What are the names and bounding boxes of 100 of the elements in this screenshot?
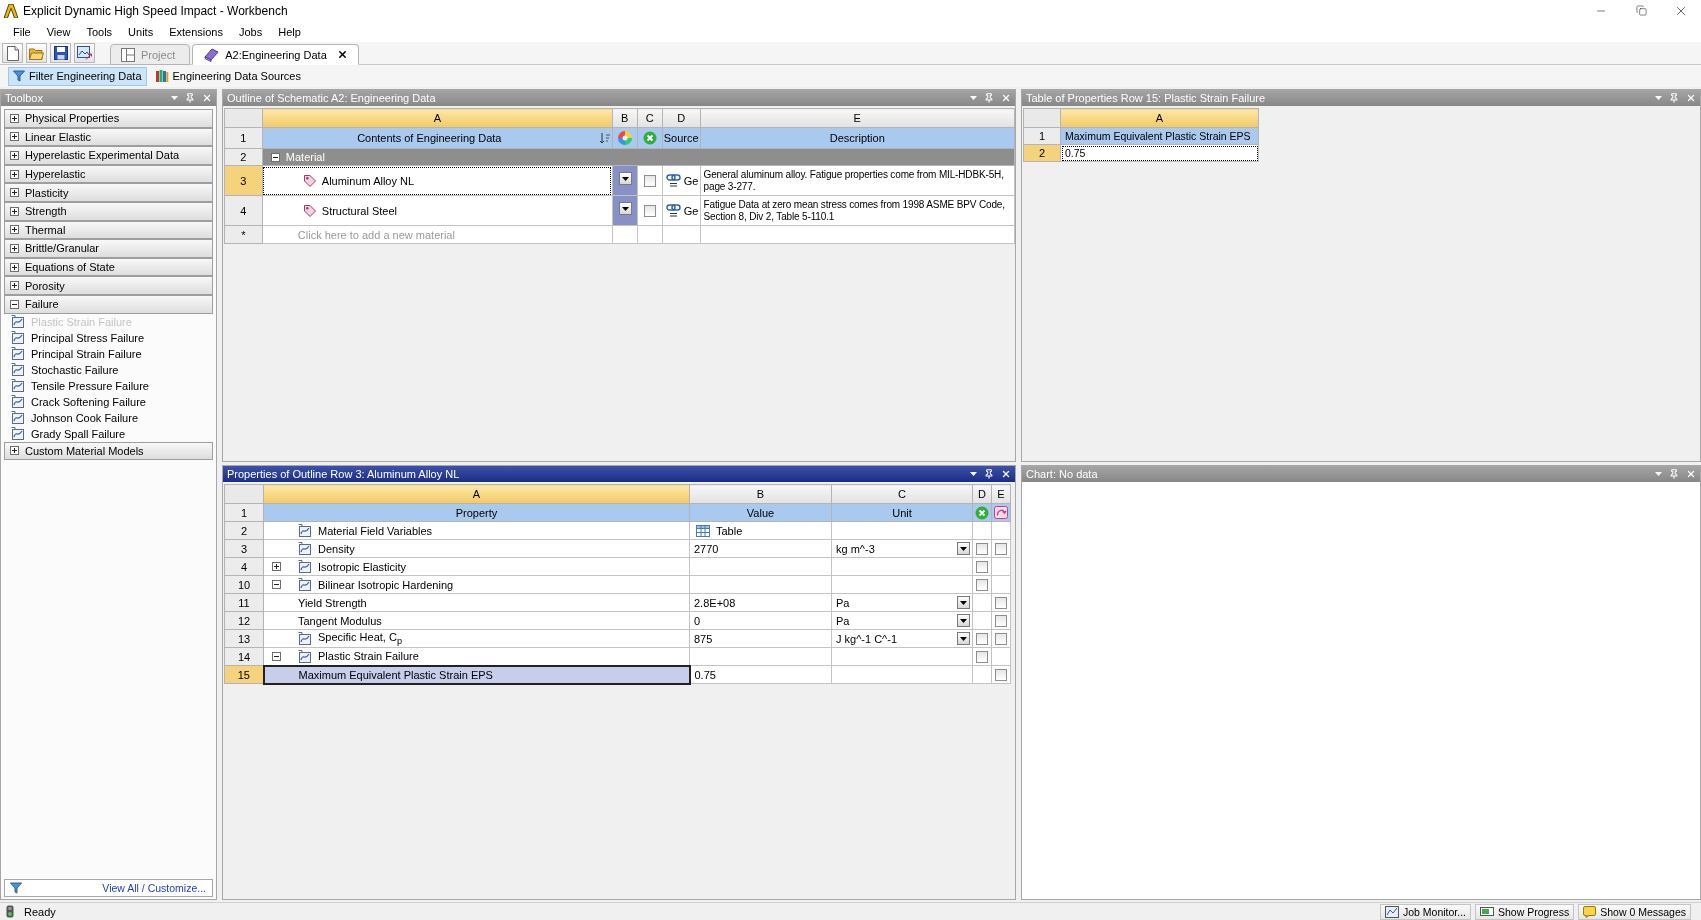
app-logo-icon [4,3,18,18]
property-name[interactable]: Density [318,542,355,555]
status-text: Ready [24,905,56,918]
status-button[interactable]: Job Monitor... [1379,903,1471,920]
menu-item[interactable]: Extensions [161,22,231,41]
checkbox[interactable] [976,561,988,574]
expand-icon[interactable] [10,169,19,179]
checkbox[interactable] [995,543,1007,556]
menu-item[interactable]: Units [120,22,162,41]
dropdown-button[interactable] [618,172,632,185]
close-icon[interactable] [336,49,348,60]
dropdown-button[interactable] [957,614,970,627]
collapse-icon[interactable] [272,651,281,661]
property-name[interactable]: Material Field Variables [318,524,433,537]
property-name[interactable]: Yield Strength [298,596,367,609]
books-icon [154,69,169,83]
chart-icon [298,542,312,555]
column-header[interactable]: A [263,484,690,504]
checkbox[interactable] [995,669,1007,682]
tab[interactable]: A2:Engineering Data [192,44,359,65]
sort-icon[interactable] [598,131,611,145]
open-button[interactable] [26,43,47,63]
value-text[interactable]: Table [716,524,743,537]
dropdown-button[interactable] [957,632,970,645]
menu-item[interactable]: Help [270,22,309,41]
property-name[interactable]: Isotropic Elasticity [318,560,407,573]
caret-icon [960,546,967,551]
status-button[interactable]: Show 0 Messages [1578,903,1691,920]
toolbox-item[interactable]: Tensile Pressure Failure [4,377,213,394]
checkbox[interactable] [995,615,1007,628]
menu-item[interactable]: Jobs [230,22,271,41]
column-header[interactable]: A [262,108,613,128]
pin-icon[interactable] [984,469,994,479]
expand-icon[interactable] [272,562,281,571]
progress-bar-icon [1480,907,1494,916]
toolbox-group[interactable]: Custom Material Models [4,441,213,461]
dropdown-icon[interactable] [970,472,977,476]
toolbox-item[interactable]: Johnson Cook Failure [4,409,213,426]
column-header[interactable]: B [612,108,638,128]
property-name[interactable]: Specific Heat, C$_{p}$ [318,630,402,647]
checkbox[interactable] [643,175,656,188]
toolbox-group[interactable]: Hyperelastic Experimental Data [4,146,213,165]
checkbox[interactable] [995,633,1007,646]
expand-icon[interactable] [10,206,19,216]
dropdown-button[interactable] [618,202,632,215]
toolbox-group[interactable]: Physical Properties [4,109,213,128]
expand-icon[interactable] [10,281,19,291]
close-icon[interactable] [1001,469,1011,479]
expand-icon[interactable] [10,243,19,253]
checkbox[interactable] [976,633,988,646]
new-button[interactable] [2,43,23,63]
toolbox-item[interactable]: Crack Softening Failure [4,393,213,410]
color-wheel-icon [617,131,632,145]
save-button[interactable] [50,43,71,63]
filter-icon [10,882,22,894]
collapse-icon[interactable] [10,299,19,309]
toolbox-group[interactable]: Brittle/Granular [4,239,213,258]
menu-item[interactable]: View [38,22,79,41]
column-header[interactable]: A [1060,108,1259,128]
collapse-icon[interactable] [272,580,281,589]
property-name[interactable]: Plastic Strain Failure [318,650,419,663]
dropdown-button[interactable] [957,542,970,555]
checkbox[interactable] [995,597,1007,610]
monitor-chart-icon [1384,905,1399,918]
toolbox-item[interactable]: Principal Stress Failure [4,329,213,346]
status-light-icon [6,905,14,918]
checkbox[interactable] [976,543,988,556]
export-button[interactable] [74,43,95,63]
dropdown-button[interactable] [957,596,970,609]
expand-icon[interactable] [10,188,19,198]
toolbox-group[interactable]: Plasticity [4,183,213,202]
column-header[interactable]: B [689,484,832,504]
expand-icon[interactable] [10,132,19,142]
checkbox[interactable] [976,579,988,592]
panel-title: Outline of Schematic A2: Engineering Data [227,92,436,104]
expand-icon[interactable] [10,262,19,272]
toolbox-item[interactable]: Principal Strain Failure [4,345,213,362]
expand-icon[interactable] [10,113,19,123]
status-button[interactable]: Show Progress [1475,903,1575,920]
expand-icon[interactable] [10,446,19,456]
toolbox-item[interactable]: Grady Spall Failure [4,425,213,442]
expand-icon[interactable] [10,151,19,160]
toolbox-item[interactable]: Stochastic Failure [4,361,213,378]
collapse-icon[interactable] [270,152,280,162]
property-name[interactable]: Tangent Modulus [298,614,382,627]
column-header[interactable]: E [700,108,1015,128]
toolbar-button[interactable]: Filter Engineering Data [8,66,147,86]
toolbox-group[interactable]: Porosity [4,276,213,295]
toolbar-button[interactable]: Engineering Data Sources [149,66,306,86]
column-header[interactable]: D [662,108,701,128]
restore-icon [1635,5,1647,16]
expand-icon[interactable] [10,225,19,235]
menu-item[interactable]: File [5,22,39,41]
menu-item[interactable]: Tools [78,22,121,41]
column-header[interactable]: C [637,108,663,128]
material-name[interactable]: Aluminum Alloy NL [321,174,415,187]
column-header[interactable]: C [831,484,973,504]
checkbox[interactable] [976,651,988,664]
checkbox[interactable] [643,205,656,218]
material-name[interactable]: Structural Steel [321,204,397,217]
